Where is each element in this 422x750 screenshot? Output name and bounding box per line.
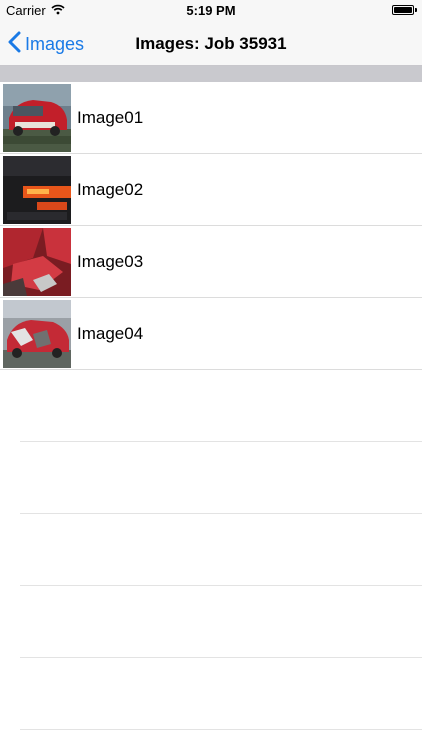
- list-item-label: Image03: [77, 251, 144, 271]
- empty-row-separator: [20, 657, 422, 658]
- image-thumbnail: [3, 83, 71, 152]
- list-item-label: Image02: [77, 179, 144, 199]
- empty-row-separator: [20, 585, 422, 586]
- empty-row-separator: [20, 729, 422, 730]
- image-thumbnail: [3, 227, 71, 296]
- list-item[interactable]: Image02: [0, 154, 422, 226]
- image-thumbnail: [3, 155, 71, 224]
- battery-cap: [415, 8, 417, 12]
- image-list: Image01 Image02 Image03 Image04: [0, 82, 422, 370]
- back-button[interactable]: Images: [8, 22, 84, 66]
- status-bar: Carrier 5:19 PM: [0, 0, 422, 22]
- empty-row-separator: [20, 513, 422, 514]
- list-item[interactable]: Image01: [0, 82, 422, 154]
- battery-icon: [392, 5, 414, 15]
- section-header: [0, 66, 422, 82]
- list-item-label: Image01: [77, 107, 144, 127]
- battery-level: [394, 7, 412, 13]
- list-item[interactable]: Image03: [0, 226, 422, 298]
- empty-row-separator: [20, 441, 422, 442]
- back-button-label: Images: [25, 33, 85, 54]
- list-item-label: Image04: [77, 323, 144, 343]
- chevron-left-icon: [8, 31, 21, 58]
- list-item[interactable]: Image04: [0, 298, 422, 370]
- status-time: 5:19 PM: [186, 3, 236, 18]
- screen: Carrier 5:19 PM Images: Job 35931 Images…: [0, 0, 422, 750]
- navigation-bar: Images: Job 35931 Images: [0, 22, 422, 66]
- image-thumbnail: [3, 299, 71, 368]
